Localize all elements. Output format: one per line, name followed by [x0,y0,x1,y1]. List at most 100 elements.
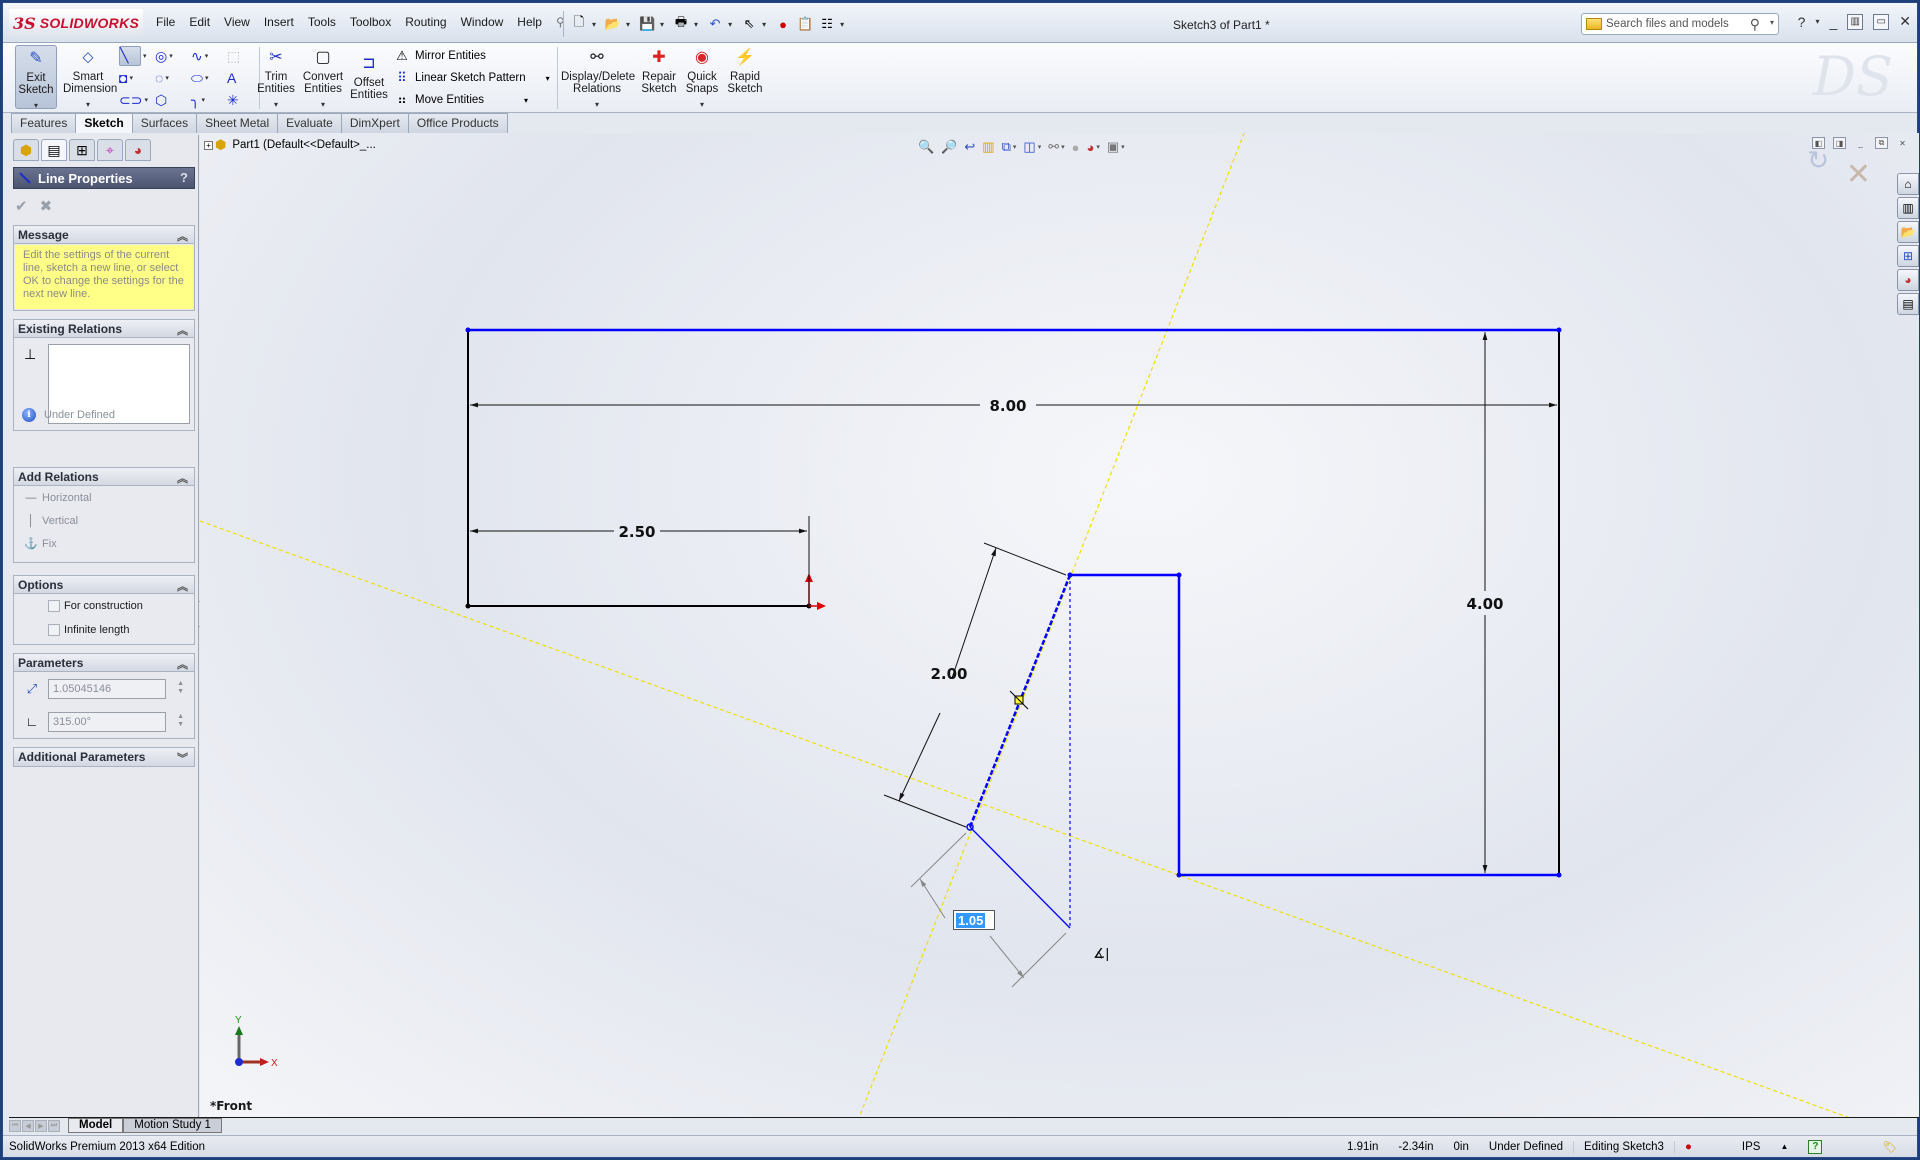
expand-chevron-icon[interactable]: ︾ [177,750,188,766]
dim-2-00-line-top[interactable] [951,547,997,679]
save-icon[interactable]: 💾 [638,15,656,33]
open-dropdown-icon[interactable]: ▾ [626,20,630,29]
close-button[interactable]: ✕ [1899,13,1911,30]
relation-horizontal[interactable]: — Horizontal [14,486,194,509]
dropdown-icon[interactable]: ▾ [561,99,633,111]
display-manager-tab[interactable]: ◕ [125,139,151,161]
minimize-button[interactable]: _ [1829,14,1837,30]
mirror-entities-button[interactable]: ⚠ Mirror Entities [393,45,550,67]
linear-sketch-pattern-button[interactable]: ⠿ Linear Sketch Pattern ▾ [393,67,549,89]
last-tab-icon[interactable]: ⏭ [48,1119,60,1132]
collapse-chevron-icon[interactable]: ︽ [177,322,188,338]
dropdown-icon[interactable]: ▾ [205,52,209,60]
units-dropdown-icon[interactable]: ▲ [1770,1142,1798,1151]
relation-fix[interactable]: ⚓ Fix [14,532,194,555]
quick-tips-help-icon[interactable]: ? [1798,1139,1832,1154]
feature-manager-tab[interactable]: ⬢ [13,139,39,161]
offset-entities-button[interactable]: ⊐ Offset Entities [349,51,389,102]
tab-surfaces[interactable]: Surfaces [131,113,198,133]
configuration-manager-tab[interactable]: ⊞ [69,139,95,161]
rapid-sketch-button[interactable]: ⚡ Rapid Sketch [725,45,765,96]
move-entities-button[interactable]: ⠶ Move Entities ▾ [393,89,550,111]
dim-2-50-text[interactable]: 2.50 [618,523,655,541]
additional-parameters-header[interactable]: Additional Parameters ︾ [14,748,194,766]
dropdown-icon[interactable]: ▾ [524,96,528,105]
tab-model[interactable]: Model [68,1118,124,1133]
quick-snaps-button[interactable]: ◉ Quick Snaps ▾ [683,45,721,111]
message-header[interactable]: Message ︽ [14,226,194,244]
options-icon[interactable]: ☷ [818,15,836,33]
options-dropdown-icon[interactable]: ▾ [840,20,844,29]
display-delete-relations-button[interactable]: ⚯ Display/Delete Relations ▾ [561,45,635,111]
plane-tool-icon[interactable]: ⬚ [227,48,240,65]
dim-2-00-text[interactable]: 2.00 [930,665,967,683]
repair-sketch-button[interactable]: ✚ Repair Sketch [639,45,679,96]
length-spinner[interactable]: ▲ ▼ [177,680,184,696]
rebuild-status-icon[interactable]: ● [1673,1140,1702,1153]
dim-1-05-line-b[interactable] [989,935,1025,979]
dropdown-icon[interactable]: ▾ [169,52,173,60]
add-relations-header[interactable]: Add Relations ︽ [14,468,194,486]
dim-1-05-line-a[interactable] [919,878,946,919]
spline-tool-icon[interactable]: ∿ [191,48,203,65]
dropdown-icon[interactable]: ▾ [205,74,209,82]
rectangle-tool-icon[interactable]: ◘ [119,70,127,86]
dim-2-00-line-bottom[interactable] [898,712,941,802]
menu-view[interactable]: View [217,15,257,29]
graphics-area[interactable]: + ⬢ Part1 (Default<<Default>_... 🔍 🔎 ↩ ▥… [200,133,1919,1117]
undo-dropdown-icon[interactable]: ▾ [728,20,732,29]
endpoint[interactable] [1556,327,1562,333]
endpoint[interactable] [1556,872,1562,878]
menu-window[interactable]: Window [454,15,511,29]
menu-file[interactable]: File [149,15,182,29]
select-arrow-icon[interactable]: ⇖ [740,15,758,33]
dropdown-icon[interactable]: ▾ [129,74,133,82]
new-dropdown-icon[interactable]: ▾ [592,20,596,29]
line-tool-icon[interactable]: ╲ [119,46,141,66]
dropdown-icon[interactable]: ▾ [683,99,721,111]
polygon-tool-icon[interactable]: ⬡ [155,92,167,109]
angle-input[interactable] [48,711,166,732]
tab-features[interactable]: Features [11,113,77,133]
print-icon[interactable]: 🖶 [672,14,690,33]
dropdown-icon[interactable]: ▾ [301,99,345,111]
infinite-length-checkbox[interactable] [48,624,60,636]
dropdown-icon[interactable]: ▾ [144,96,148,104]
dim-4-text[interactable]: 4.00 [1466,595,1503,613]
collapse-chevron-icon[interactable]: ︽ [177,470,188,486]
save-dropdown-icon[interactable]: ▾ [660,20,664,29]
undo-icon[interactable]: ↶ [706,15,724,33]
dimxpert-manager-tab[interactable]: ⌖ [97,139,123,161]
menu-routing[interactable]: Routing [398,15,453,29]
print-dropdown-icon[interactable]: ▾ [694,20,698,29]
text-tool-icon[interactable]: A [227,70,236,86]
collapse-chevron-icon[interactable]: ︽ [177,578,188,594]
relation-vertical[interactable]: │ Vertical [14,509,194,532]
tab-evaluate[interactable]: Evaluate [277,113,342,133]
prev-tab-icon[interactable]: ◀ [22,1119,34,1132]
search-input[interactable]: Search files and models ⚲ ▾ [1581,13,1779,35]
menu-help[interactable]: Help [510,15,549,29]
dropdown-icon[interactable]: ▾ [165,74,169,82]
dropdown-icon[interactable]: ▾ [257,99,295,111]
infinite-length-option[interactable]: Infinite length [14,618,194,642]
tab-sketch[interactable]: Sketch [75,113,133,133]
help-dropdown-icon[interactable]: ▾ [1815,17,1819,26]
cancel-x-icon[interactable]: ✖ [40,197,53,215]
menu-edit[interactable]: Edit [182,15,217,29]
endpoint[interactable] [1067,572,1073,578]
search-icon[interactable]: ⚲ [1750,16,1760,33]
dropdown-icon[interactable]: ▾ [63,99,113,111]
options-header[interactable]: Options ︽ [14,576,194,594]
help-icon[interactable]: ? [1798,14,1806,30]
endpoint[interactable] [465,603,471,609]
trim-entities-button[interactable]: ✂ Trim Entities ▾ [257,45,295,111]
convert-entities-button[interactable]: ▢ Convert Entities ▾ [301,45,345,111]
tab-dimxpert[interactable]: DimXpert [340,113,409,133]
dropdown-icon[interactable]: ▾ [16,100,56,112]
angle-spinner[interactable]: ▲ ▼ [177,713,184,729]
slot-tool-icon[interactable]: ⊂⊃ [119,92,142,109]
tab-office-products[interactable]: Office Products [407,113,508,133]
sketch-canvas[interactable]: 8.00 2.50 4.00 2.00 ∡| Y X [200,133,1919,1117]
property-manager-tab[interactable]: ▤ [41,139,67,161]
